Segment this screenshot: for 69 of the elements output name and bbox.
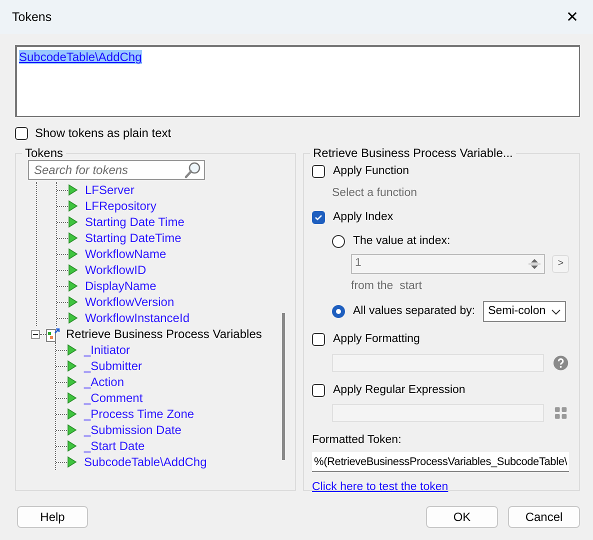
help-button[interactable]: Help	[17, 506, 88, 528]
checkbox-label[interactable]: Apply Index	[333, 208, 394, 226]
hint-text: from the start	[351, 279, 423, 294]
radio-button[interactable]	[332, 305, 345, 318]
tree-item[interactable]: _Submission Date	[84, 421, 182, 439]
checkbox[interactable]	[312, 165, 325, 178]
tree-item[interactable]: DisplayName	[85, 277, 156, 295]
tree-item[interactable]: _Start Date	[84, 437, 145, 455]
radio-label[interactable]: All values separated by:	[353, 303, 476, 320]
play-icon	[68, 280, 78, 292]
group-title: Retrieve Business Process Variable...	[312, 146, 514, 160]
chevron-down-icon	[551, 308, 562, 315]
checkbox[interactable]	[15, 126, 28, 140]
checkbox[interactable]	[312, 384, 325, 397]
token-text-area[interactable]: SubcodeTable\AddChg	[15, 45, 580, 117]
play-icon	[67, 344, 77, 356]
play-icon	[67, 440, 77, 452]
window-title: Tokens	[12, 8, 52, 26]
play-icon	[68, 248, 78, 260]
group-title: Tokens	[24, 146, 64, 160]
tree-item[interactable]: WorkflowVersion	[85, 293, 174, 311]
tree-item[interactable]: _Initiator	[84, 341, 130, 359]
search-field[interactable]: Search for tokens	[28, 160, 205, 180]
test-token-link[interactable]: Click here to test the token	[312, 479, 448, 496]
checkbox-label[interactable]: Apply Function	[333, 163, 410, 180]
tree-item[interactable]: _Submitter	[84, 357, 142, 375]
ok-button[interactable]: OK	[426, 506, 498, 528]
help-icon[interactable]	[553, 354, 569, 370]
play-icon	[67, 376, 77, 388]
document-icon	[46, 326, 60, 342]
formatted-token-field[interactable]: %(RetrieveBusinessProcessVariables_SubcodeTable\	[312, 452, 569, 472]
close-button[interactable]: ✕	[562, 10, 583, 24]
tree-item[interactable]: LFRepository	[85, 197, 156, 215]
checkbox-label[interactable]: Apply Regular Expression	[333, 382, 466, 399]
play-icon	[67, 408, 77, 420]
play-icon	[68, 184, 78, 196]
tree-item[interactable]: WorkflowInstanceId	[85, 309, 190, 327]
play-icon	[67, 392, 77, 404]
tree-item[interactable]: _Process Time Zone	[84, 405, 194, 423]
tree-item[interactable]: _Action	[84, 373, 124, 391]
checkbox[interactable]	[312, 210, 325, 224]
checkbox-label[interactable]: Apply Formatting	[333, 331, 420, 348]
tree-item[interactable]: WorkflowName	[85, 245, 166, 263]
play-icon	[67, 456, 77, 468]
play-icon	[68, 312, 78, 324]
scrollbar-thumb[interactable]	[282, 313, 285, 460]
play-icon	[68, 200, 78, 212]
checkbox-label[interactable]: Show tokens as plain text	[35, 124, 172, 142]
tree-item[interactable]: _Comment	[84, 389, 143, 407]
play-icon	[68, 232, 78, 244]
hint-text: Select a function	[332, 186, 418, 202]
tree-item[interactable]: LFServer	[85, 181, 134, 199]
checkbox[interactable]	[312, 333, 325, 346]
tree-item[interactable]: Starting Date Time	[85, 213, 184, 231]
play-icon	[67, 360, 77, 372]
play-icon	[67, 424, 77, 436]
play-icon	[68, 216, 78, 228]
search-icon[interactable]	[184, 161, 202, 179]
field-label: Formatted Token:	[312, 432, 402, 448]
play-icon	[68, 264, 78, 276]
tree-item[interactable]: WorkflowID	[85, 261, 146, 279]
checkmark-icon	[314, 212, 323, 222]
cancel-button[interactable]: Cancel	[508, 506, 580, 528]
tree-item[interactable]: Starting DateTime	[85, 229, 182, 247]
play-icon	[68, 296, 78, 308]
collapse-icon[interactable]	[31, 330, 40, 338]
separator-dropdown[interactable]: Semi-colon	[483, 301, 566, 322]
tree-item[interactable]: SubcodeTable\AddChg	[84, 453, 207, 471]
tree-item[interactable]: Retrieve Business Process Variables	[66, 325, 262, 343]
